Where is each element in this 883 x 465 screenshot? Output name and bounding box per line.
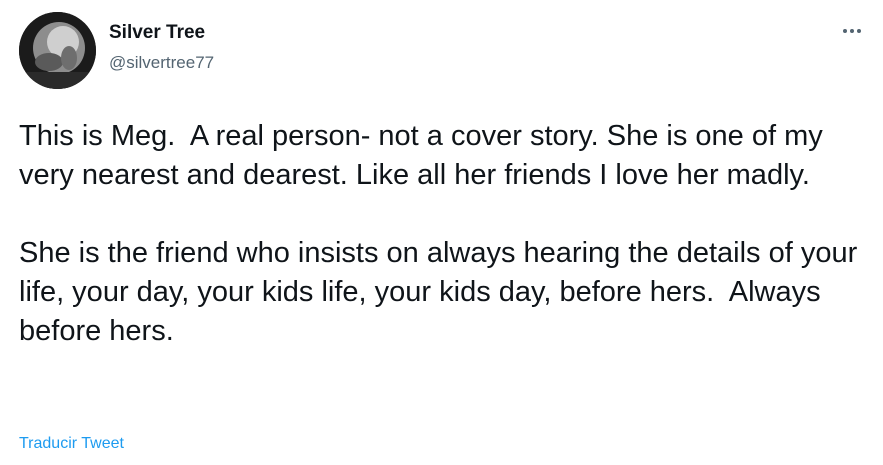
- tweet-paragraph: She is the friend who insists on always …: [19, 237, 866, 347]
- avatar-image: [19, 12, 96, 89]
- author-display-name[interactable]: Silver Tree: [109, 22, 205, 44]
- more-horizontal-icon: [843, 29, 861, 33]
- tweet-text: This is Meg. A real person- not a cover …: [19, 117, 869, 351]
- tweet-paragraph: This is Meg. A real person- not a cover …: [19, 120, 831, 191]
- tweet-card: Silver Tree @silvertree77 This is Meg. A…: [0, 0, 883, 465]
- author-handle[interactable]: @silvertree77: [109, 53, 214, 73]
- more-options-button[interactable]: [838, 20, 866, 42]
- avatar[interactable]: [19, 12, 96, 89]
- translate-tweet-link[interactable]: Traducir Tweet: [19, 435, 124, 453]
